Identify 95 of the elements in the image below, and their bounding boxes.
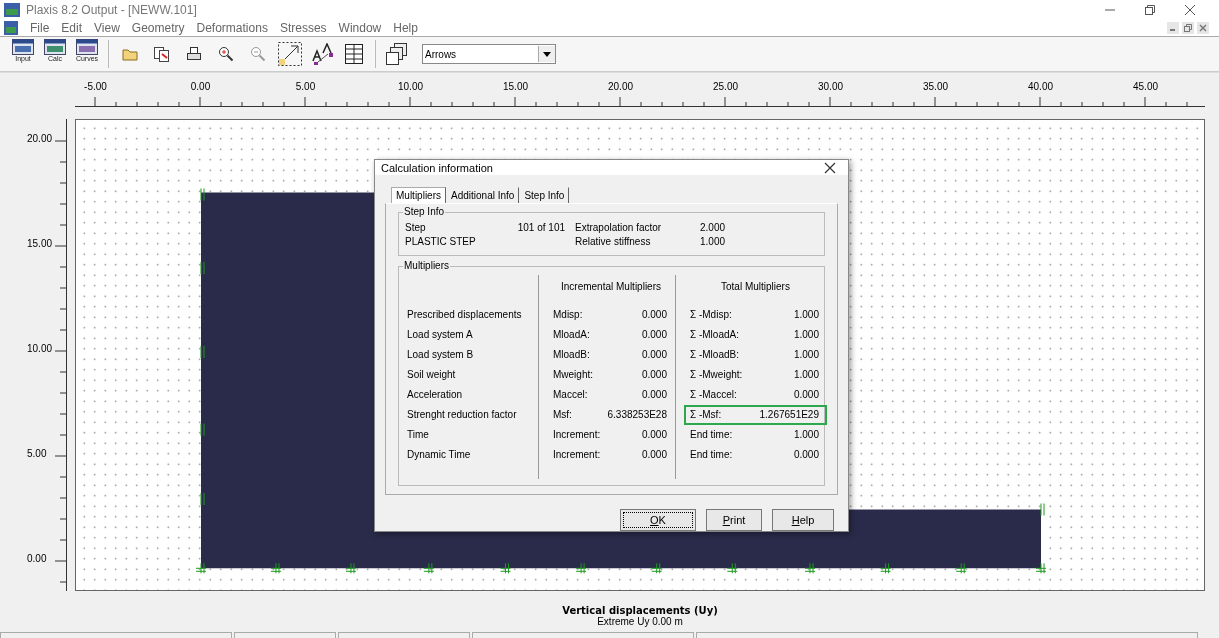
group-title: Step Info (403, 206, 446, 217)
group-title: Multipliers (403, 260, 450, 271)
axis-label: 15.00 (26, 238, 54, 251)
axis-label: 20.00 (26, 133, 54, 146)
axis-label: 10.00 (26, 343, 54, 356)
multiplier-value: 1.267651E29 (759, 408, 819, 422)
multiplier-name: End time: (690, 428, 733, 442)
multiplier-value: 0.000 (641, 368, 667, 382)
multiplier-value: 1.000 (793, 348, 819, 362)
axis-label: -5.00 (83, 81, 108, 92)
multiplier-value: 1.000 (793, 428, 819, 442)
multiplier-name: Σ -MloadA: (690, 328, 739, 342)
document-icon (4, 21, 18, 35)
multiplier-name: Mweight: (553, 368, 593, 382)
multiplier-name: Increment: (553, 448, 601, 462)
row-label: Prescribed displacements (407, 308, 523, 322)
multiplier-name: Σ -MloadB: (690, 348, 739, 362)
field-label: PLASTIC STEP (405, 235, 477, 249)
dialog-button[interactable]: Print (706, 509, 762, 531)
plot-subtitle: Extreme Uy 0.00 m (597, 616, 683, 627)
menu-item[interactable]: Geometry (131, 21, 185, 35)
field-label: Extrapolation factor (574, 221, 663, 235)
multiplier-name: End time: (690, 448, 733, 462)
close-icon[interactable] (1183, 3, 1197, 17)
axis-label: 30.00 (817, 81, 844, 92)
program-icon (44, 39, 66, 55)
program-icon (12, 39, 34, 55)
axis-label: 0.00 (189, 81, 212, 92)
multiplier-value: 0.000 (641, 348, 667, 362)
multiplier-name: Msf: (553, 408, 572, 422)
multiplier-value: 0.000 (641, 428, 667, 442)
dialog-button[interactable]: OK (620, 509, 696, 531)
multiplier-name: Σ -Mweight: (690, 368, 743, 382)
menu-item[interactable]: Deformations (196, 21, 268, 35)
menu-item[interactable]: Stresses (279, 21, 327, 35)
menu-item[interactable]: Edit (61, 21, 83, 35)
multiplier-name: MloadB: (553, 348, 590, 362)
dialog-button[interactable]: Help (772, 509, 834, 531)
multiplier-value: 0.000 (641, 388, 667, 402)
window-title: Plaxis 8.2 Output - [NEWW.101] (26, 3, 198, 17)
multiplier-value: 0.000 (793, 448, 819, 462)
axis-label: 10.00 (397, 81, 424, 92)
menu-item[interactable]: Window (338, 21, 382, 35)
row-label: Time (407, 428, 430, 442)
row-label: Strenght reduction factor (407, 408, 518, 422)
multiplier-value: 6.338253E28 (607, 408, 667, 422)
multiplier-name: Mdisp: (553, 308, 583, 322)
multiplier-name: Σ -Msf: (690, 408, 722, 422)
multiplier-value: 0.000 (641, 448, 667, 462)
display-mode-dropdown[interactable]: Arrows (422, 44, 556, 64)
multiplier-value: 1.000 (793, 308, 819, 322)
caret-icon (543, 51, 551, 57)
multiplier-value: 1.000 (793, 328, 819, 342)
axis-label: 45.00 (1132, 81, 1159, 92)
tab[interactable]: Multipliers (391, 187, 446, 203)
menu-item[interactable]: View (94, 21, 120, 35)
field-value: 1.000 (700, 235, 727, 249)
field-value: 101 of 101 (516, 221, 565, 235)
axis-label: 0.00 (26, 553, 48, 566)
multiplier-name: Increment: (553, 428, 601, 442)
plot-title: Vertical displacements (Uy) (562, 605, 718, 616)
field-label: Step (405, 221, 427, 235)
restore-icon[interactable] (1182, 22, 1194, 34)
program-icon (76, 39, 98, 55)
row-label: Dynamic Time (407, 448, 472, 462)
field-value: 2.000 (700, 221, 727, 235)
multiplier-value: 0.000 (641, 308, 667, 322)
row-label: Load system B (407, 348, 475, 362)
multiplier-value: 0.000 (641, 328, 667, 342)
app-icon (4, 3, 20, 17)
axis-label: 40.00 (1027, 81, 1054, 92)
axis-label: 20.00 (607, 81, 634, 92)
row-label: Load system A (407, 328, 474, 342)
axis-label: 15.00 (502, 81, 529, 92)
column-header: Incremental Multipliers (559, 280, 662, 294)
multiplier-name: Σ -Maccel: (690, 388, 737, 402)
row-label: Soil weight (407, 368, 457, 382)
axis-label: 25.00 (712, 81, 739, 92)
axis-label: 5.00 (26, 448, 48, 461)
menu-item[interactable]: Help (393, 21, 418, 35)
select-arrow-icon[interactable] (275, 39, 305, 69)
field-label: Relative stiffness (574, 235, 652, 249)
row-label: Acceleration (407, 388, 464, 402)
restore-icon[interactable] (1143, 3, 1157, 17)
dialog-title: Calculation information (381, 161, 494, 174)
menu-item[interactable]: File (30, 21, 50, 35)
multiplier-value: 0.000 (793, 388, 819, 402)
multiplier-name: Maccel: (553, 388, 588, 402)
axis-label: 35.00 (922, 81, 949, 92)
column-header: Total Multipliers (720, 280, 791, 294)
minimize-icon[interactable] (1167, 22, 1179, 34)
multiplier-name: MloadA: (553, 328, 590, 342)
axis-label: 5.00 (294, 81, 317, 92)
multiplier-name: Σ -Mdisp: (690, 308, 732, 322)
multiplier-value: 1.000 (793, 368, 819, 382)
